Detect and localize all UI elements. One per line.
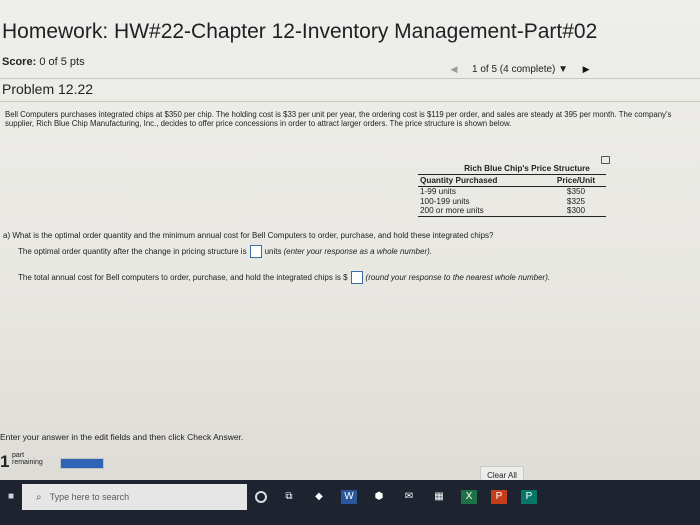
answer-label: The total annual cost for Bell computers…: [18, 273, 348, 282]
windows-start-icon[interactable]: ■: [0, 486, 22, 508]
header-quantity: Quantity Purchased: [420, 176, 498, 185]
table-cell: 1-99 units: [420, 187, 456, 196]
previous-question-icon[interactable]: ◀: [444, 64, 464, 75]
task-view-icon[interactable]: ⧉: [281, 490, 297, 504]
table-cell: $300: [566, 206, 586, 215]
parts-label-line1: part: [12, 452, 25, 459]
table-header: Quantity Purchased Price/Unit: [418, 174, 606, 187]
table-row: 100-199 units $325: [418, 197, 606, 207]
score-label: Score:: [2, 56, 37, 68]
chevron-down-icon: ▼: [558, 64, 569, 75]
table-cell: 100-199 units: [420, 196, 470, 206]
question-a: a) What is the optimal order quantity an…: [3, 231, 494, 240]
answer-hint: (enter your response as a whole number).: [283, 247, 432, 256]
table-cell: $325: [566, 196, 586, 206]
cortana-icon[interactable]: [255, 491, 267, 503]
publisher-icon[interactable]: P: [521, 490, 537, 504]
problem-title: Problem 12.22: [2, 81, 94, 97]
homework-page: Homework: HW#22-Chapter 12-Inventory Man…: [0, 0, 700, 486]
progress-bar: [60, 458, 104, 469]
word-icon[interactable]: W: [341, 490, 357, 504]
problem-statement: Bell Computers purchases integrated chip…: [5, 110, 672, 128]
store-icon[interactable]: ▦: [431, 490, 447, 504]
question-position-label: 1 of 5 (4 complete): [472, 64, 556, 75]
answer-hint: (round your response to the nearest whol…: [365, 273, 551, 282]
header-price: Price/Unit: [556, 176, 596, 185]
answer-line-cost: The total annual cost for Bell computers…: [18, 271, 550, 284]
mail-icon[interactable]: ✉: [401, 490, 417, 504]
problem-divider: [0, 101, 700, 102]
table-cell: $350: [566, 187, 586, 196]
order-quantity-input[interactable]: [249, 245, 262, 258]
parts-count: 1: [0, 452, 10, 471]
table-row: 200 or more units $300: [418, 206, 606, 217]
parts-label: part remaining: [12, 452, 43, 466]
search-icon: ⌕: [36, 491, 42, 503]
question-position-dropdown[interactable]: 1 of 5 (4 complete) ▼: [470, 64, 570, 75]
header-divider: [0, 78, 700, 79]
score-display: Score: 0 of 5 pts: [2, 56, 85, 68]
next-question-icon[interactable]: ▶: [576, 64, 596, 75]
question-navigator: ◀ 1 of 5 (4 complete) ▼ ▶: [444, 64, 596, 75]
table-caption: Rich Blue Chip's Price Structure: [464, 164, 590, 173]
windows-taskbar: ■ ⌕ Type here to search ⧉ ◆ W ⬢ ✉ ▦ X P …: [0, 480, 700, 525]
units-label: units: [264, 247, 282, 256]
answer-instruction: Enter your answer in the edit fields and…: [0, 432, 244, 442]
taskbar-search-box[interactable]: ⌕ Type here to search: [22, 484, 247, 510]
parts-label-line2: remaining: [12, 459, 43, 466]
score-value: 0 of 5 pts: [39, 56, 85, 68]
dropbox-icon[interactable]: ⬢: [371, 490, 387, 504]
total-cost-input[interactable]: [350, 271, 363, 284]
price-structure-table: Rich Blue Chip's Price Structure Quantit…: [418, 164, 606, 217]
edge-icon[interactable]: ◆: [311, 490, 327, 504]
taskbar-apps: ⧉ ◆ W ⬢ ✉ ▦ X P P: [255, 490, 537, 504]
table-row: 1-99 units $350: [418, 187, 606, 197]
page-title: Homework: HW#22-Chapter 12-Inventory Man…: [2, 20, 598, 43]
table-cell: 200 or more units: [420, 206, 484, 215]
answer-label: The optimal order quantity after the cha…: [18, 247, 247, 256]
search-placeholder: Type here to search: [49, 492, 130, 502]
answer-line-quantity: The optimal order quantity after the cha…: [18, 245, 432, 258]
powerpoint-icon[interactable]: P: [491, 490, 507, 504]
excel-icon[interactable]: X: [461, 490, 477, 504]
table-expand-icon[interactable]: [601, 156, 610, 164]
